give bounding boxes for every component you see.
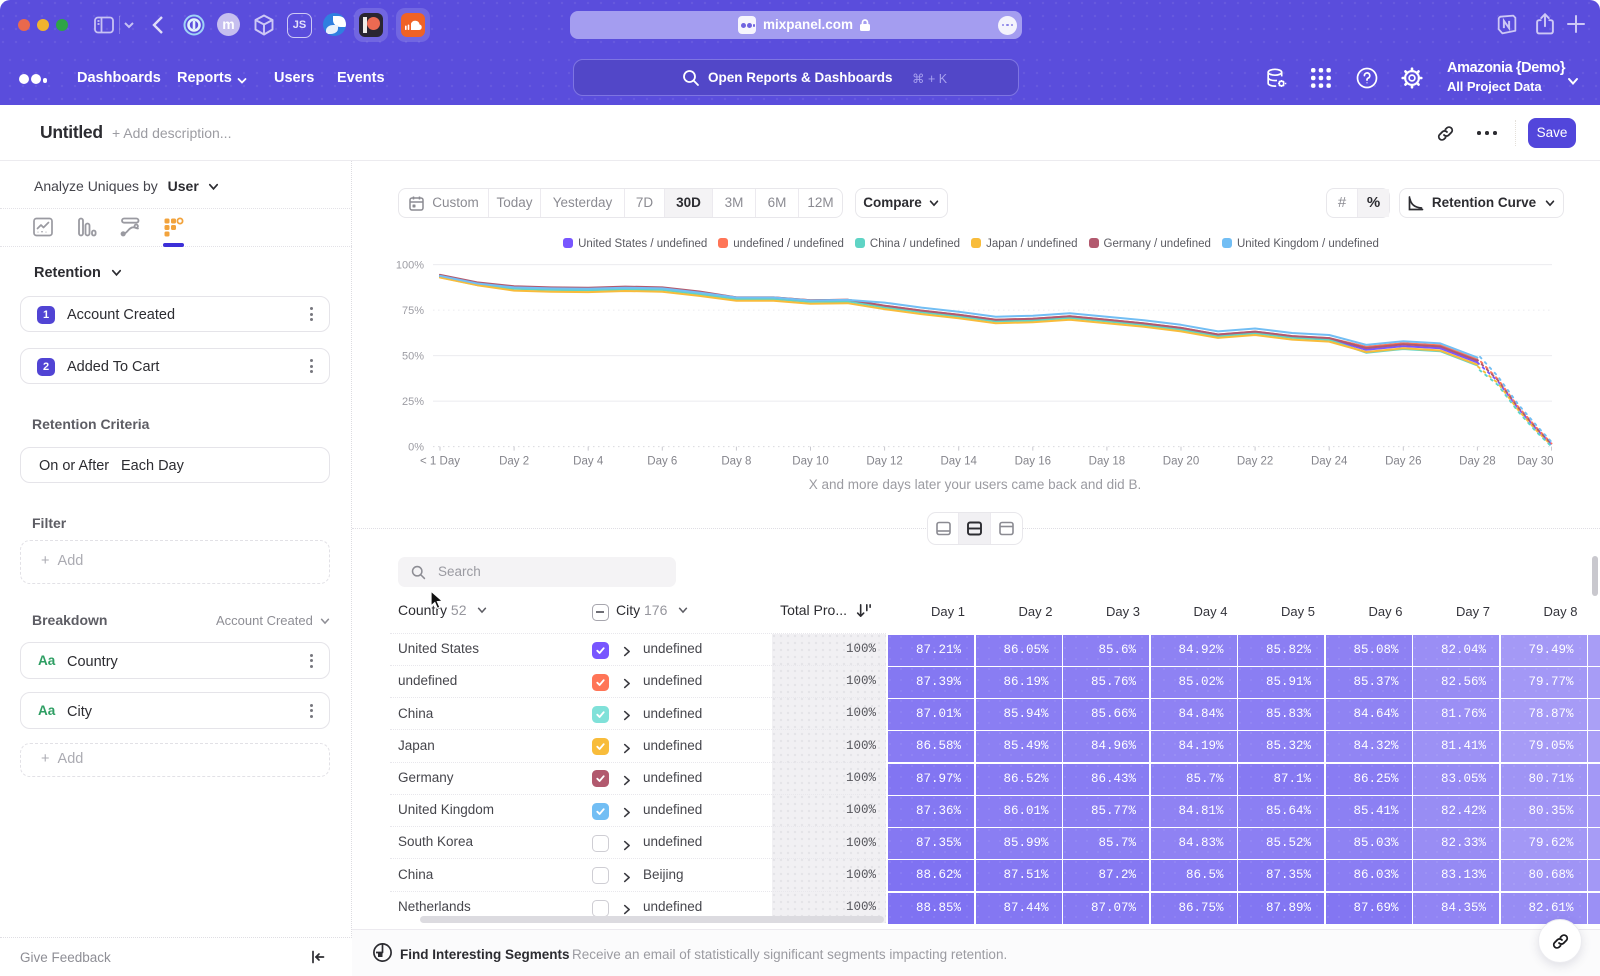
svg-text:Day 2: Day 2 bbox=[499, 456, 529, 468]
svg-text:Day 24: Day 24 bbox=[1311, 456, 1348, 468]
svg-text:0%: 0% bbox=[408, 442, 424, 454]
svg-text:100%: 100% bbox=[396, 260, 424, 272]
svg-text:Day 14: Day 14 bbox=[940, 456, 977, 468]
svg-text:< 1 Day: < 1 Day bbox=[420, 456, 460, 468]
svg-text:Day 30: Day 30 bbox=[1517, 456, 1553, 468]
svg-text:Day 16: Day 16 bbox=[1015, 456, 1051, 468]
svg-text:Day 10: Day 10 bbox=[792, 456, 828, 468]
svg-text:Day 18: Day 18 bbox=[1089, 456, 1125, 468]
svg-text:Day 28: Day 28 bbox=[1459, 456, 1495, 468]
svg-text:Day 26: Day 26 bbox=[1385, 456, 1421, 468]
svg-text:Day 22: Day 22 bbox=[1237, 456, 1273, 468]
svg-text:75%: 75% bbox=[402, 305, 424, 317]
svg-text:Day 6: Day 6 bbox=[647, 456, 677, 468]
svg-text:Day 12: Day 12 bbox=[866, 456, 902, 468]
svg-text:25%: 25% bbox=[402, 396, 424, 408]
svg-text:Day 4: Day 4 bbox=[573, 456, 604, 468]
svg-text:Day 20: Day 20 bbox=[1163, 456, 1199, 468]
svg-text:50%: 50% bbox=[402, 351, 424, 363]
svg-text:Day 8: Day 8 bbox=[721, 456, 751, 468]
